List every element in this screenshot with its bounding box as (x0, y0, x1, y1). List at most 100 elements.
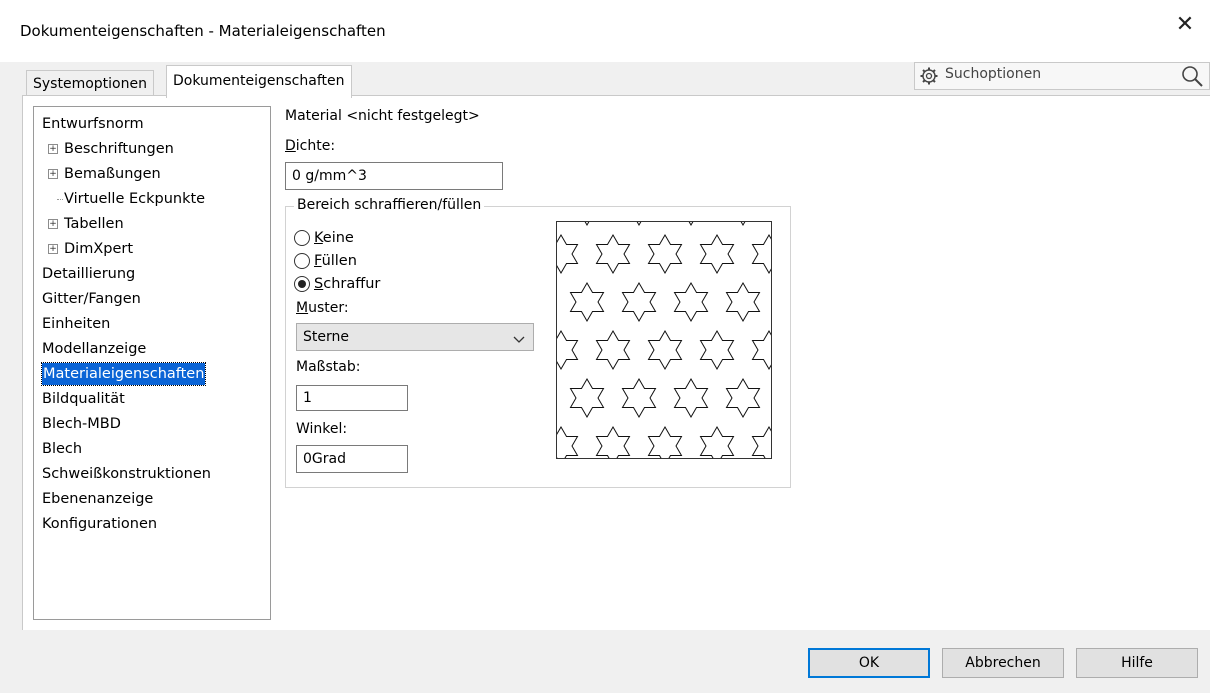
tree-item[interactable]: Einheiten (42, 313, 110, 335)
tab-label: Dokumenteigenschaften (173, 73, 345, 89)
star-mark (673, 282, 709, 322)
tree-item[interactable]: + Bemaßungen (48, 163, 161, 185)
tree-item-label: Entwurfsnorm (42, 116, 144, 132)
star-mark (595, 330, 631, 370)
tree-item-label: Bemaßungen (64, 166, 161, 182)
ok-button[interactable]: OK (808, 648, 930, 678)
hatch-preview (556, 221, 772, 459)
window-title: Dokumenteigenschaften - Materialeigensch… (20, 22, 386, 40)
tree-item[interactable]: Materialeigenschaften (40, 362, 207, 386)
star-mark (621, 282, 657, 322)
tree-item[interactable]: Detaillierung (42, 263, 135, 285)
tree-item[interactable]: Konfigurationen (42, 513, 157, 535)
star-mark (751, 330, 771, 370)
radio-indicator (294, 253, 310, 269)
stars-pattern (557, 222, 771, 458)
star-mark (688, 222, 694, 226)
tree-item-label: Tabellen (64, 216, 124, 232)
star-mark (725, 378, 761, 418)
pattern-dropdown[interactable]: Sterne (296, 323, 534, 351)
tree-item[interactable]: Blech-MBD (42, 413, 121, 435)
star-mark (557, 234, 579, 274)
search-box[interactable]: Suchoptionen (914, 62, 1210, 90)
star-mark (557, 426, 579, 458)
scale-label: Maßstab: (296, 359, 361, 375)
chevron-down-icon (513, 332, 525, 348)
star-mark (699, 330, 735, 370)
expand-icon[interactable]: + (48, 244, 58, 254)
density-label: Dichte: (285, 138, 336, 154)
options-panel: Entwurfsnorm + Beschriftungen + Bemaßungen Vi… (22, 95, 1210, 630)
tree-item[interactable]: + Tabellen (48, 213, 124, 235)
star-mark (647, 426, 683, 458)
tree-item-label: Konfigurationen (42, 516, 158, 532)
angle-field[interactable]: 0Grad (296, 445, 408, 473)
tree-item[interactable]: Entwurfsnorm (42, 113, 144, 135)
search-placeholder: Suchoptionen (945, 66, 1042, 82)
tree-item[interactable]: Ebenenanzeige (42, 488, 153, 510)
tree-item-label: Bildqualität (42, 391, 125, 407)
tree-item[interactable]: + DimXpert (48, 238, 134, 260)
tree-item[interactable]: Blech (42, 438, 82, 460)
density-field[interactable]: 0 g/mm^3 (285, 162, 503, 190)
radio-indicator (294, 230, 310, 246)
tree-item-label: Einheiten (42, 316, 111, 332)
expand-icon[interactable]: + (48, 144, 58, 154)
search-icon[interactable] (1180, 64, 1204, 92)
pattern-label: Muster: (296, 300, 349, 316)
cancel-button[interactable]: Abbrechen (942, 648, 1064, 678)
tree-item-label: DimXpert (64, 241, 134, 257)
tab-label: Systemoptionen (33, 76, 147, 92)
tree-item[interactable]: Gitter/Fangen (42, 288, 141, 310)
tree-item[interactable]: Schweißkonstruktionen (42, 463, 211, 485)
radio-label: Keine (314, 230, 354, 246)
star-mark (621, 378, 657, 418)
tree-item-label: Schweißkonstruktionen (42, 466, 211, 482)
star-mark (569, 282, 605, 322)
angle-label: Winkel: (296, 421, 348, 437)
star-mark (595, 426, 631, 458)
hatch-fill-group: Bereich schraffieren/füllen Keine Füllen… (285, 197, 791, 488)
help-button[interactable]: Hilfe (1076, 648, 1198, 678)
tree-item[interactable]: Bildqualität (42, 388, 125, 410)
star-mark (636, 222, 642, 226)
tree-item-label: Detaillierung (42, 266, 136, 282)
tree-item[interactable]: Modellanzeige (42, 338, 146, 360)
radio-label: Schraffur (314, 276, 381, 292)
title-bar: Dokumenteigenschaften - Materialeigensch… (0, 0, 1210, 62)
tree-item-label: Gitter/Fangen (42, 291, 141, 307)
category-tree[interactable]: Entwurfsnorm + Beschriftungen + Bemaßungen Vi… (33, 106, 271, 620)
tree-item-label: Blech (42, 441, 83, 457)
star-mark (647, 330, 683, 370)
tree-item[interactable]: + Beschriftungen (48, 138, 174, 160)
radio-indicator (294, 276, 310, 292)
star-mark (751, 234, 771, 274)
expand-icon[interactable]: + (48, 219, 58, 229)
expand-icon[interactable]: + (48, 169, 58, 179)
star-mark (699, 426, 735, 458)
tab-dokumenteigenschaften[interactable]: Dokumenteigenschaften (166, 65, 352, 98)
pattern-value: Sterne (303, 329, 349, 345)
star-mark (751, 426, 771, 458)
star-mark (557, 330, 579, 370)
star-mark (699, 234, 735, 274)
tree-item-label: Virtuelle Eckpunkte (64, 191, 206, 207)
radio-label: Füllen (314, 253, 357, 269)
gear-icon (919, 66, 939, 90)
tree-item[interactable]: Virtuelle Eckpunkte (57, 188, 206, 210)
material-header: Material <nicht festgelegt> (285, 108, 480, 124)
tree-item-label: Materialeigenschaften (43, 366, 205, 382)
star-mark (584, 222, 590, 226)
tree-connector (57, 199, 63, 200)
material-properties-page: Material <nicht festgelegt> Dichte: 0 g/… (283, 96, 1203, 626)
tree-item-label: Blech-MBD (42, 416, 121, 432)
group-title: Bereich schraffieren/füllen (294, 197, 485, 213)
star-mark (673, 378, 709, 418)
star-mark (725, 282, 761, 322)
tab-systemoptionen[interactable]: Systemoptionen (26, 70, 154, 97)
scale-field[interactable]: 1 (296, 385, 408, 411)
star-mark (569, 378, 605, 418)
tree-item-label: Beschriftungen (64, 141, 174, 157)
star-mark (595, 234, 631, 274)
close-icon[interactable]: ✕ (1174, 14, 1196, 36)
